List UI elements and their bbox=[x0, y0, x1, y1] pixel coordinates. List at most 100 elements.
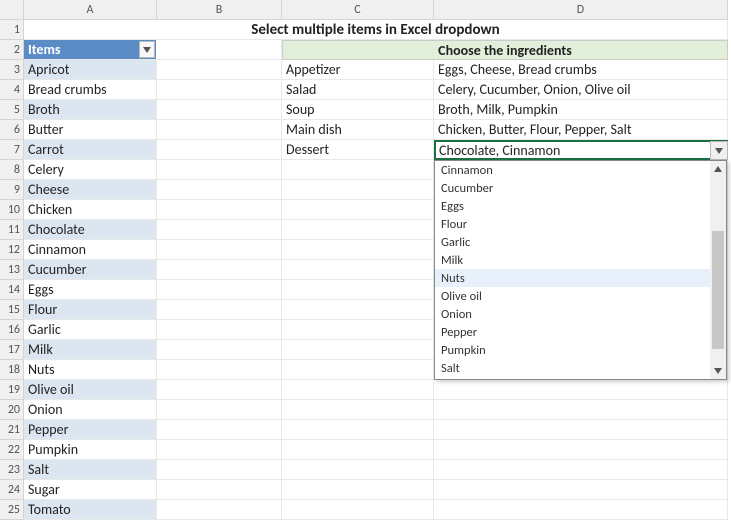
dish-name-cell[interactable] bbox=[282, 440, 434, 460]
ingredients-cell[interactable]: Chicken, Butter, Flour, Pepper, Salt bbox=[434, 120, 728, 140]
row-header[interactable]: 13 bbox=[0, 260, 24, 280]
cell[interactable] bbox=[157, 200, 282, 220]
dropdown-option[interactable]: Flour bbox=[435, 215, 726, 233]
dish-name-cell[interactable]: Appetizer bbox=[282, 60, 434, 80]
ingredients-cell[interactable]: Eggs, Cheese, Bread crumbs bbox=[434, 60, 728, 80]
item-cell[interactable]: Pumpkin bbox=[24, 440, 157, 460]
dish-name-cell[interactable] bbox=[282, 160, 434, 180]
active-cell[interactable]: Chocolate, Cinnamon bbox=[434, 140, 728, 160]
ingredients-cell[interactable] bbox=[434, 500, 728, 520]
row-header[interactable]: 20 bbox=[0, 400, 24, 420]
row-header[interactable]: 23 bbox=[0, 460, 24, 480]
cell[interactable] bbox=[157, 260, 282, 280]
cell[interactable] bbox=[157, 40, 282, 60]
item-cell[interactable]: Eggs bbox=[24, 280, 157, 300]
cell[interactable] bbox=[157, 60, 282, 80]
row-header[interactable]: 16 bbox=[0, 320, 24, 340]
item-cell[interactable]: Cheese bbox=[24, 180, 157, 200]
dish-name-cell[interactable] bbox=[282, 220, 434, 240]
cell[interactable] bbox=[157, 160, 282, 180]
dropdown-option[interactable]: Cinnamon bbox=[435, 161, 726, 179]
dropdown-option[interactable]: Pumpkin bbox=[435, 341, 726, 359]
row-header[interactable]: 21 bbox=[0, 420, 24, 440]
row-header[interactable]: 1 bbox=[0, 20, 24, 40]
dish-name-cell[interactable] bbox=[282, 200, 434, 220]
item-cell[interactable]: Chicken bbox=[24, 200, 157, 220]
ingredients-cell[interactable] bbox=[434, 440, 728, 460]
cell[interactable] bbox=[157, 360, 282, 380]
item-cell[interactable]: Pepper bbox=[24, 420, 157, 440]
ingredients-cell[interactable] bbox=[434, 460, 728, 480]
dish-name-cell[interactable] bbox=[282, 300, 434, 320]
cell[interactable] bbox=[157, 380, 282, 400]
cell[interactable] bbox=[157, 500, 282, 520]
item-cell[interactable]: Nuts bbox=[24, 360, 157, 380]
dropdown-list[interactable]: CinnamonCucumberEggsFlourGarlicMilkNutsO… bbox=[434, 160, 727, 380]
col-header-B[interactable]: B bbox=[157, 0, 282, 20]
dropdown-option[interactable]: Cucumber bbox=[435, 179, 726, 197]
cell[interactable] bbox=[157, 480, 282, 500]
row-header[interactable]: 15 bbox=[0, 300, 24, 320]
row-header[interactable]: 6 bbox=[0, 120, 24, 140]
row-header[interactable]: 5 bbox=[0, 100, 24, 120]
cell[interactable] bbox=[157, 420, 282, 440]
items-header-cell[interactable]: Items bbox=[24, 40, 157, 60]
dropdown-option[interactable]: Garlic bbox=[435, 233, 726, 251]
cell[interactable] bbox=[157, 340, 282, 360]
dish-name-cell[interactable] bbox=[282, 260, 434, 280]
cell[interactable] bbox=[157, 100, 282, 120]
scroll-thumb[interactable] bbox=[712, 231, 724, 349]
row-header[interactable]: 22 bbox=[0, 440, 24, 460]
cell[interactable] bbox=[157, 240, 282, 260]
item-cell[interactable]: Carrot bbox=[24, 140, 157, 160]
row-header[interactable]: 25 bbox=[0, 500, 24, 520]
item-cell[interactable]: Garlic bbox=[24, 320, 157, 340]
cell[interactable] bbox=[157, 220, 282, 240]
item-cell[interactable]: Celery bbox=[24, 160, 157, 180]
dish-name-cell[interactable] bbox=[282, 340, 434, 360]
item-cell[interactable]: Bread crumbs bbox=[24, 80, 157, 100]
dish-name-cell[interactable]: Main dish bbox=[282, 120, 434, 140]
col-header-D[interactable]: D bbox=[434, 0, 728, 20]
ingredients-cell[interactable]: Celery, Cucumber, Onion, Olive oil bbox=[434, 80, 728, 100]
row-header[interactable]: 4 bbox=[0, 80, 24, 100]
row-header[interactable]: 19 bbox=[0, 380, 24, 400]
row-header[interactable]: 9 bbox=[0, 180, 24, 200]
dropdown-option[interactable]: Eggs bbox=[435, 197, 726, 215]
dish-name-cell[interactable] bbox=[282, 240, 434, 260]
row-header[interactable]: 17 bbox=[0, 340, 24, 360]
cell[interactable] bbox=[157, 400, 282, 420]
dropdown-option[interactable]: Salt bbox=[435, 359, 726, 377]
dish-name-cell[interactable] bbox=[282, 400, 434, 420]
dropdown-option[interactable]: Nuts bbox=[435, 269, 726, 287]
dish-name-cell[interactable] bbox=[282, 360, 434, 380]
item-cell[interactable]: Flour bbox=[24, 300, 157, 320]
scroll-up-arrow[interactable] bbox=[710, 161, 726, 177]
dish-name-cell[interactable] bbox=[282, 180, 434, 200]
cell[interactable] bbox=[157, 80, 282, 100]
row-header[interactable]: 18 bbox=[0, 360, 24, 380]
row-header[interactable]: 24 bbox=[0, 480, 24, 500]
cell[interactable] bbox=[157, 320, 282, 340]
ingredients-cell[interactable] bbox=[434, 400, 728, 420]
dish-name-cell[interactable]: Dessert bbox=[282, 140, 434, 160]
filter-button[interactable] bbox=[139, 41, 155, 58]
item-cell[interactable]: Apricot bbox=[24, 60, 157, 80]
dropdown-scrollbar[interactable] bbox=[710, 161, 726, 379]
col-header-C[interactable]: C bbox=[282, 0, 434, 20]
item-cell[interactable]: Tomato bbox=[24, 500, 157, 520]
dropdown-option[interactable]: Milk bbox=[435, 251, 726, 269]
dish-name-cell[interactable] bbox=[282, 460, 434, 480]
item-cell[interactable]: Cinnamon bbox=[24, 240, 157, 260]
col-header-A[interactable]: A bbox=[24, 0, 157, 20]
row-header[interactable]: 11 bbox=[0, 220, 24, 240]
item-cell[interactable]: Cucumber bbox=[24, 260, 157, 280]
dropdown-option[interactable]: Olive oil bbox=[435, 287, 726, 305]
dish-name-cell[interactable] bbox=[282, 420, 434, 440]
dropdown-option[interactable]: Onion bbox=[435, 305, 726, 323]
cell[interactable] bbox=[157, 140, 282, 160]
cell[interactable] bbox=[157, 300, 282, 320]
dish-name-cell[interactable]: Salad bbox=[282, 80, 434, 100]
ingredients-cell[interactable] bbox=[434, 380, 728, 400]
dish-name-cell[interactable] bbox=[282, 500, 434, 520]
